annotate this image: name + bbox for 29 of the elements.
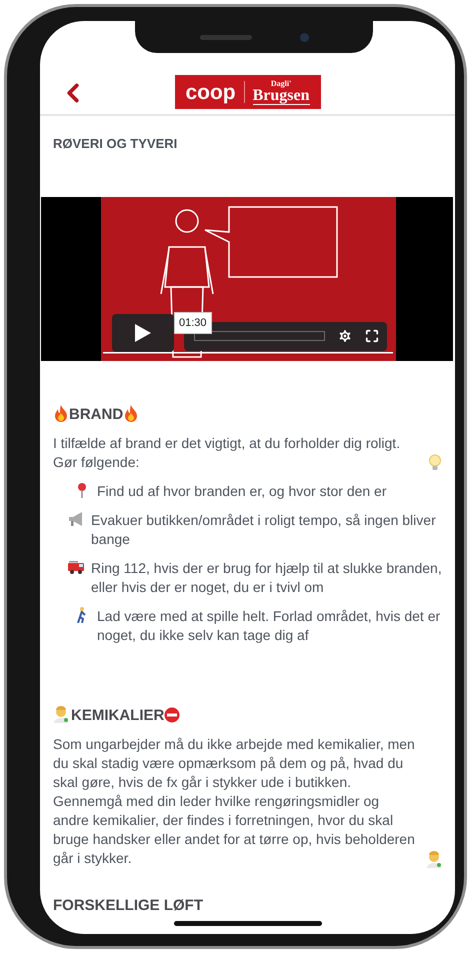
fire-truck-icon <box>67 558 85 574</box>
logo-store-name: Brugsen <box>252 88 310 104</box>
flame-icon <box>53 404 69 422</box>
section-heading: BRAND <box>69 406 124 422</box>
speaker-grille <box>200 34 252 40</box>
play-button[interactable] <box>112 314 174 352</box>
megaphone-icon <box>67 510 85 526</box>
settings-button[interactable] <box>337 328 353 344</box>
worker-icon <box>53 704 69 722</box>
list-item-text: Evakuer butikken/området i roligt tempo, så ingen bliver bange <box>91 510 437 548</box>
time-tooltip: 01:30 <box>174 312 212 334</box>
logo-subtitle: Dagli' <box>270 80 292 88</box>
logo-wordmark: coop <box>185 82 236 102</box>
fullscreen-button[interactable] <box>365 329 379 343</box>
paragraph: Som ungarbejder må du ikke arbejde med kemikalier, men du skal stadig være opmærksom på dem og på, hvad du skal gøre, hvis de fx går i stykker ude i butikken. Gennemgå med din leder hvilke rengøringsmidler og andre kemikalier, der findes i forretningen, hvor du skal bruge handsker eller andet for at tørre op, hvis beholderen går i stykker. <box>53 734 416 868</box>
list-item-text: Find ud af hvor branden er, og hvor stor den er <box>97 482 388 500</box>
section-heading: FORSKELLIGE LØFT <box>53 896 203 914</box>
list-item-text: Ring 112, hvis der er brug for hjælp til at slukke branden, eller hvis der er noget, du er i tvivl om <box>91 558 442 596</box>
progress-track[interactable] <box>194 331 325 341</box>
paragraph: I tilfælde af brand er det vigtigt, at du forholder dig roligt. Gør følgende: <box>53 434 402 472</box>
camera-lens <box>300 32 308 42</box>
lightbulb-icon <box>428 454 442 472</box>
flame-icon <box>123 404 140 422</box>
list-item-text: Lad være med at spille helt. Forlad området, hvis det er noget, du ikke selv kan tage dig af <box>97 606 442 644</box>
play-icon <box>134 322 152 342</box>
section-heading: KEMIKALIER <box>71 706 164 724</box>
no-entry-icon <box>164 706 180 722</box>
page-title: RØVERI OG TYVERI <box>53 135 178 153</box>
worker-icon <box>426 850 442 868</box>
